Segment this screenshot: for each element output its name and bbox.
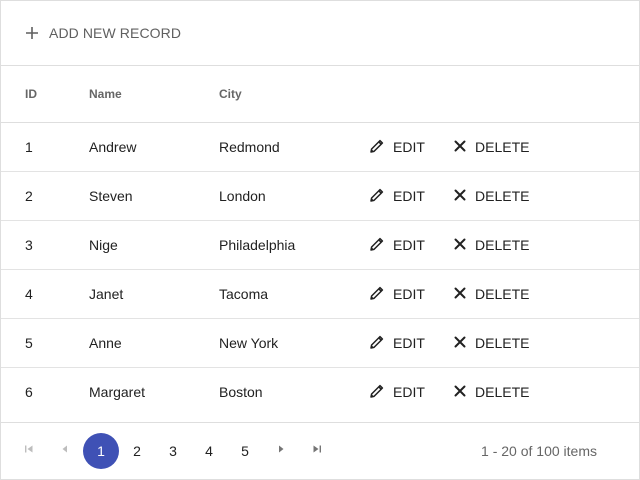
edit-label: EDIT <box>393 286 425 302</box>
delete-button[interactable]: DELETE <box>453 384 529 401</box>
pencil-icon <box>369 334 385 353</box>
first-page-button[interactable] <box>11 433 47 469</box>
edit-button[interactable]: EDIT <box>369 334 453 353</box>
edit-label: EDIT <box>393 237 425 253</box>
cell-id: 4 <box>25 286 33 302</box>
delete-button[interactable]: DELETE <box>453 335 529 352</box>
delete-button[interactable]: DELETE <box>453 139 529 156</box>
edit-button[interactable]: EDIT <box>369 138 453 157</box>
edit-button[interactable]: EDIT <box>369 187 453 206</box>
table-row[interactable]: 5 Anne New York EDIT DELETE <box>1 319 639 368</box>
cell-city: Philadelphia <box>219 237 296 253</box>
edit-label: EDIT <box>393 139 425 155</box>
plus-icon <box>25 26 39 40</box>
cell-city: Tacoma <box>219 286 269 302</box>
table-row[interactable]: 1 Andrew Redmond EDIT DELETE <box>1 123 639 172</box>
cell-name: Anne <box>89 335 122 351</box>
close-icon <box>453 188 467 205</box>
last-page-icon <box>311 442 323 460</box>
delete-label: DELETE <box>475 286 530 302</box>
cell-name: Steven <box>89 188 133 204</box>
page-number-2[interactable]: 2 <box>119 433 155 469</box>
delete-label: DELETE <box>475 139 530 155</box>
close-icon <box>453 335 467 352</box>
previous-page-button[interactable] <box>47 433 83 469</box>
table-row[interactable]: 3 Nige Philadelphia EDIT DELETE <box>1 221 639 270</box>
table-row[interactable]: 2 Steven London EDIT DELETE <box>1 172 639 221</box>
page-number-1[interactable]: 1 <box>83 433 119 469</box>
add-new-record-label: ADD NEW RECORD <box>49 25 182 41</box>
cell-city: New York <box>219 335 279 351</box>
close-icon <box>453 139 467 156</box>
column-header-city[interactable]: City <box>219 87 369 101</box>
delete-button[interactable]: DELETE <box>453 188 529 205</box>
grid-toolbar: ADD NEW RECORD <box>1 1 639 66</box>
row-actions: EDIT DELETE <box>369 383 529 402</box>
row-actions: EDIT DELETE <box>369 236 529 255</box>
close-icon <box>453 286 467 303</box>
cell-id: 1 <box>25 139 33 155</box>
edit-button[interactable]: EDIT <box>369 383 453 402</box>
cell-id: 2 <box>25 188 33 204</box>
pencil-icon <box>369 187 385 206</box>
delete-label: DELETE <box>475 188 530 204</box>
cell-name: Andrew <box>89 139 137 155</box>
edit-button[interactable]: EDIT <box>369 285 453 304</box>
pager: 12345 1 - 20 of 100 items <box>1 422 639 479</box>
header-row: ID Name City <box>1 66 639 123</box>
chevron-left-icon <box>59 442 71 460</box>
pencil-icon <box>369 236 385 255</box>
column-header-id[interactable]: ID <box>1 87 89 101</box>
cell-name: Janet <box>89 286 124 302</box>
edit-label: EDIT <box>393 384 425 400</box>
pager-info: 1 - 20 of 100 items <box>481 443 597 459</box>
page-number-3[interactable]: 3 <box>155 433 191 469</box>
delete-label: DELETE <box>475 384 530 400</box>
cell-city: Redmond <box>219 139 280 155</box>
cell-city: London <box>219 188 266 204</box>
last-page-button[interactable] <box>299 433 335 469</box>
cell-id: 6 <box>25 384 33 400</box>
pencil-icon <box>369 138 385 157</box>
page-number-4[interactable]: 4 <box>191 433 227 469</box>
delete-label: DELETE <box>475 237 530 253</box>
row-actions: EDIT DELETE <box>369 187 529 206</box>
edit-label: EDIT <box>393 188 425 204</box>
close-icon <box>453 237 467 254</box>
edit-button[interactable]: EDIT <box>369 236 453 255</box>
table-row[interactable]: 4 Janet Tacoma EDIT DELETE <box>1 270 639 319</box>
delete-button[interactable]: DELETE <box>453 237 529 254</box>
first-page-icon <box>23 442 35 460</box>
add-new-record-button[interactable]: ADD NEW RECORD <box>25 25 181 41</box>
cell-id: 5 <box>25 335 33 351</box>
column-header-name[interactable]: Name <box>89 87 219 101</box>
table-row[interactable]: 6 Margaret Boston EDIT DELETE <box>1 368 639 415</box>
edit-label: EDIT <box>393 335 425 351</box>
row-actions: EDIT DELETE <box>369 285 529 304</box>
cell-city: Boston <box>219 384 263 400</box>
delete-button[interactable]: DELETE <box>453 286 529 303</box>
pencil-icon <box>369 285 385 304</box>
cell-id: 3 <box>25 237 33 253</box>
delete-label: DELETE <box>475 335 530 351</box>
next-page-button[interactable] <box>263 433 299 469</box>
cell-name: Nige <box>89 237 118 253</box>
grid-body: 1 Andrew Redmond EDIT DELETE 2 Steven London EDI… <box>1 123 639 415</box>
page-numbers: 12345 <box>83 433 263 469</box>
cell-name: Margaret <box>89 384 146 400</box>
pencil-icon <box>369 383 385 402</box>
row-actions: EDIT DELETE <box>369 138 529 157</box>
data-grid: ADD NEW RECORD ID Name City 1 Andrew Redmo… <box>0 0 640 480</box>
close-icon <box>453 384 467 401</box>
chevron-right-icon <box>275 442 287 460</box>
page-number-5[interactable]: 5 <box>227 433 263 469</box>
row-actions: EDIT DELETE <box>369 334 529 353</box>
